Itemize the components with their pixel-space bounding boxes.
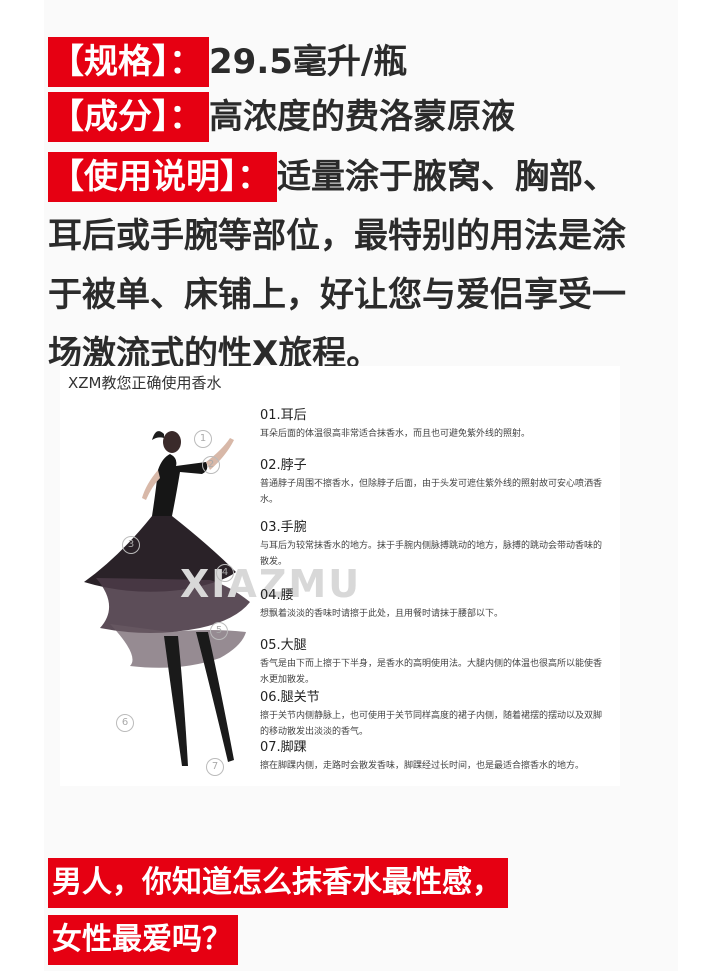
step-desc: 香气是由下而上擦于下半身，是香水的高明使用法。大腿内侧的体温也很高所以能使香水更… [260, 659, 603, 685]
perfume-infographic: XZM教您正确使用香水 XIAZMU 1 2 3 4 5 6 7 01.耳后 耳… [60, 366, 620, 786]
step-heading: 04.腰 [260, 588, 294, 603]
step-item: 02.脖子 普通脖子周围不擦香水，但除脖子后面，由于头发可遮住紫外线的照射故可安… [260, 458, 605, 508]
step-heading: 06.腿关节 [260, 690, 320, 705]
usage-paragraph: 【使用说明】： 适量涂于腋窝、胸部、耳后或手腕等部位，最特别的用法是涂于被单、床铺… [48, 148, 648, 384]
bottom-banner: 男人，你知道怎么抹香水最性感， 女性最爱吗？ [48, 858, 508, 965]
marker-7: 7 [206, 758, 224, 776]
step-desc: 擦在脚踝内侧，走路时会散发香味，脚踝经过长时间，也是最适合擦香水的地方。 [260, 761, 585, 771]
step-item: 03.手腕 与耳后为较常抹香水的地方。抹于手腕内侧脉搏跳动的地方，脉搏的跳动会带… [260, 520, 605, 570]
marker-4: 4 [216, 564, 234, 582]
ingredient-value: 高浓度的费洛蒙原液 [209, 97, 515, 137]
usage-tag: 【使用说明】： [48, 152, 277, 202]
step-desc: 擦于关节内侧静脉上，也可使用于关节同样高度的裙子内侧，随着裙摆的摆动以及双脚的移… [260, 711, 603, 737]
bottom-banner-line-1: 男人，你知道怎么抹香水最性感， [48, 858, 508, 908]
bottom-banner-line-2: 女性最爱吗？ [48, 915, 238, 965]
step-item: 06.腿关节 擦于关节内侧静脉上，也可使用于关节同样高度的裙子内侧，随着裙摆的摆… [260, 690, 605, 740]
step-heading: 02.脖子 [260, 458, 307, 473]
step-desc: 普通脖子周围不擦香水，但除脖子后面，由于头发可遮住紫外线的照射故可安心喷洒香水。 [260, 479, 603, 505]
marker-2: 2 [202, 456, 220, 474]
step-item: 01.耳后 耳朵后面的体温很高非常适合抹香水，而且也可避免紫外线的照射。 [260, 408, 605, 442]
marker-6: 6 [116, 714, 134, 732]
marker-1: 1 [194, 430, 212, 448]
ingredient-tag: 【成分】： [48, 92, 209, 142]
step-heading: 07.脚踝 [260, 740, 307, 755]
step-heading: 05.大腿 [260, 638, 307, 653]
marker-5: 5 [210, 622, 228, 640]
step-item: 04.腰 想飘着淡淡的香味时请擦于此处，且用餐时请抹于腰部以下。 [260, 588, 605, 622]
spec-tag: 【规格】： [48, 37, 209, 87]
step-desc: 与耳后为较常抹香水的地方。抹于手腕内侧脉搏跳动的地方，脉搏的跳动会带动香味的散发… [260, 541, 603, 567]
step-desc: 耳朵后面的体温很高非常适合抹香水，而且也可避免紫外线的照射。 [260, 429, 531, 439]
spec-line: 【规格】： 29.5毫升/瓶 [48, 37, 407, 87]
ingredient-line: 【成分】： 高浓度的费洛蒙原液 [48, 92, 515, 142]
step-item: 05.大腿 香气是由下而上擦于下半身，是香水的高明使用法。大腿内侧的体温也很高所… [260, 638, 605, 688]
step-item: 07.脚踝 擦在脚踝内侧，走路时会散发香味，脚踝经过长时间，也是最适合擦香水的地… [260, 740, 605, 774]
marker-3: 3 [122, 536, 140, 554]
step-heading: 03.手腕 [260, 520, 307, 535]
step-desc: 想飘着淡淡的香味时请擦于此处，且用餐时请抹于腰部以下。 [260, 609, 504, 619]
spec-value: 29.5毫升/瓶 [209, 42, 408, 82]
step-heading: 01.耳后 [260, 408, 307, 423]
